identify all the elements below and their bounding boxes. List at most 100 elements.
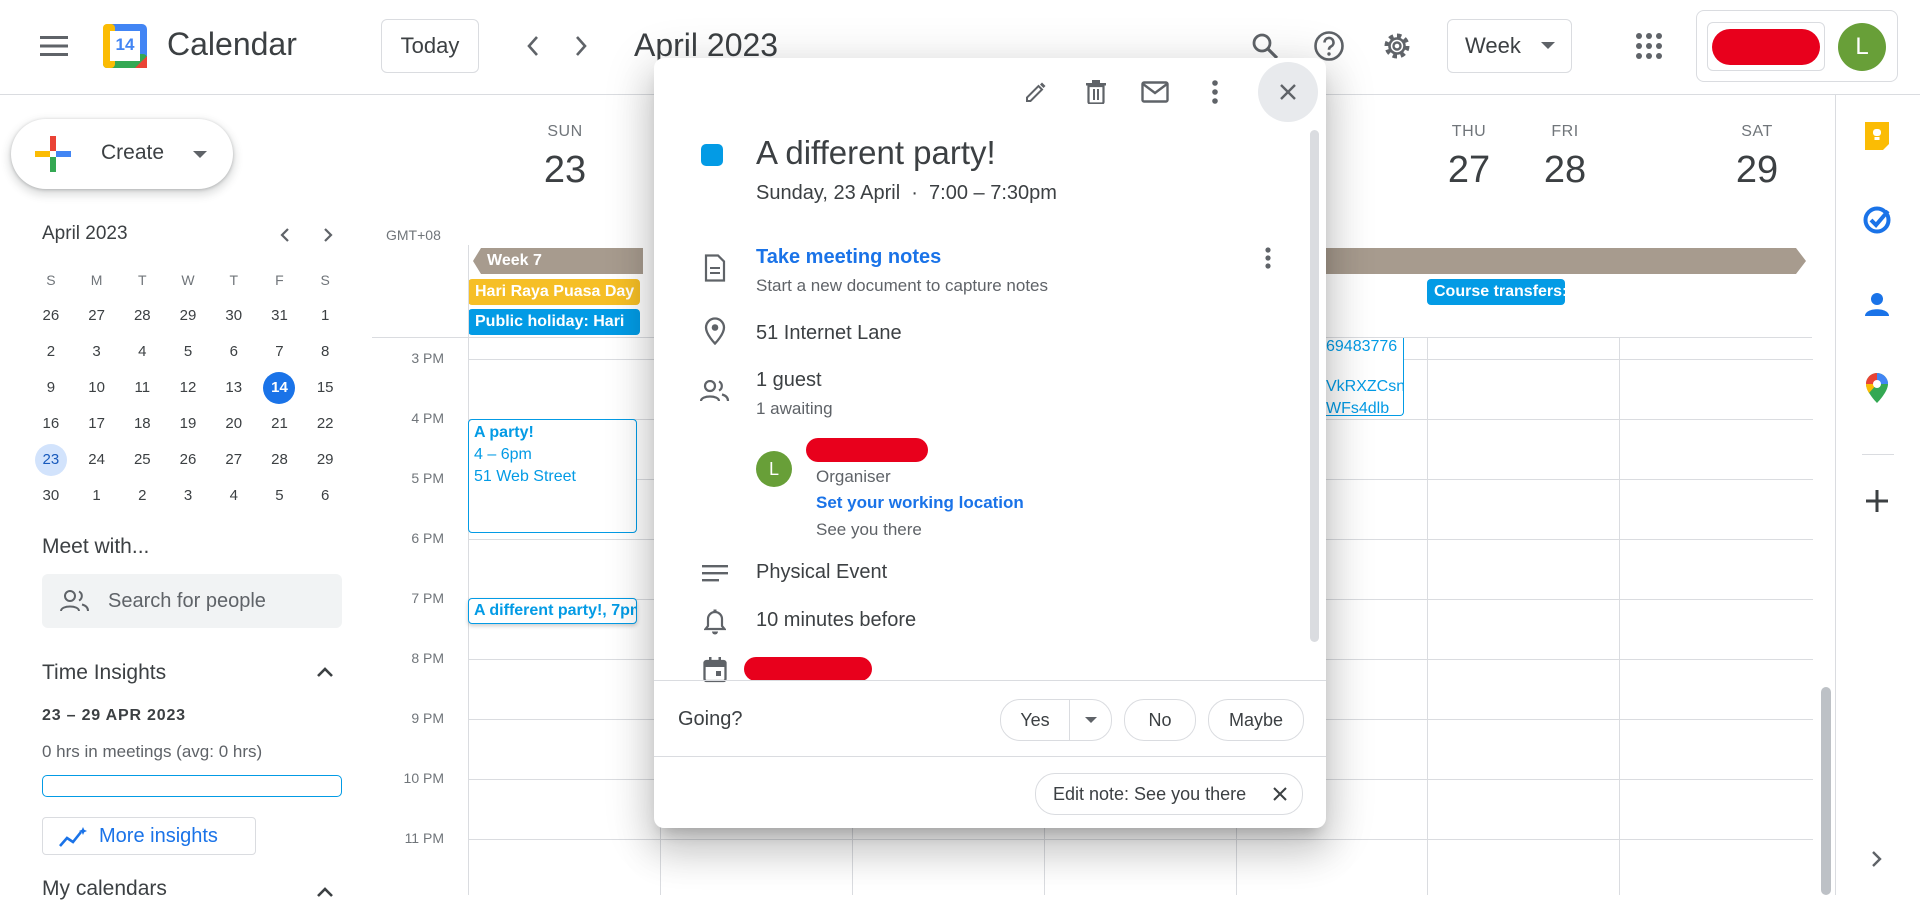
mini-day[interactable]: 12 — [165, 372, 211, 404]
mini-day[interactable]: 18 — [119, 408, 165, 440]
google-apps-icon[interactable] — [1625, 22, 1673, 70]
create-plus-icon — [35, 136, 71, 172]
mini-day[interactable]: 27 — [74, 300, 120, 332]
mini-day[interactable]: 5 — [165, 336, 211, 368]
mini-day[interactable]: 2 — [119, 480, 165, 512]
event-a-party[interactable]: A party! 4 – 6pm 51 Web Street — [468, 419, 637, 533]
get-addons-plus-icon[interactable] — [1855, 479, 1899, 523]
delete-event-trash-icon[interactable] — [1074, 70, 1118, 114]
mini-day[interactable]: 7 — [257, 336, 303, 368]
mini-day[interactable]: 2 — [28, 336, 74, 368]
mini-day[interactable]: 21 — [257, 408, 303, 440]
expand-side-panel-icon[interactable] — [1861, 843, 1893, 875]
guest-role: Organiser — [816, 467, 891, 486]
mini-day[interactable]: 15 — [302, 372, 348, 404]
hour-label: 8 PM — [411, 650, 444, 666]
mini-day[interactable]: 4 — [211, 480, 257, 512]
mini-day[interactable]: 6 — [302, 480, 348, 512]
mini-day[interactable]: 25 — [119, 444, 165, 476]
search-people-input[interactable]: Search for people — [42, 574, 342, 628]
maps-icon[interactable] — [1855, 366, 1899, 410]
location-pin-icon — [700, 316, 730, 346]
mini-day[interactable]: 8 — [302, 336, 348, 368]
mini-day[interactable]: 31 — [257, 300, 303, 332]
more-options-icon[interactable] — [1193, 70, 1237, 114]
day-name: SAT — [1741, 123, 1773, 140]
contacts-icon[interactable] — [1855, 282, 1899, 326]
event-thu-partial[interactable]: 69483776 VkRXZCsn WFs4dlb — [1326, 338, 1404, 416]
rsvp-maybe-button[interactable]: Maybe — [1208, 699, 1304, 741]
edit-note-chip[interactable]: Edit note: See you there — [1035, 773, 1303, 815]
create-button[interactable]: Create — [11, 119, 233, 189]
mini-day[interactable]: 1 — [74, 480, 120, 512]
collapse-my-calendars-icon[interactable] — [310, 877, 340, 907]
mini-day[interactable]: 19 — [165, 408, 211, 440]
settings-gear-icon[interactable] — [1375, 24, 1419, 68]
close-icon[interactable] — [1258, 62, 1318, 122]
search-people-placeholder: Search for people — [108, 590, 266, 612]
take-meeting-notes-link[interactable]: Take meeting notes — [756, 246, 941, 269]
more-insights-button[interactable]: More insights — [42, 817, 256, 855]
mini-day[interactable]: 1 — [302, 300, 348, 332]
mini-day[interactable]: 22 — [302, 408, 348, 440]
week-number-label: Week 7 — [487, 252, 542, 269]
rsvp-yes-options-icon[interactable] — [1070, 700, 1111, 740]
mini-day[interactable]: 17 — [74, 408, 120, 440]
mini-day[interactable]: 6 — [211, 336, 257, 368]
day-header-sun[interactable]: SUN 23 — [469, 95, 661, 192]
week-number-chip-continuation[interactable] — [1326, 248, 1806, 274]
email-guests-icon[interactable] — [1133, 70, 1177, 114]
mini-day[interactable]: 14 — [257, 372, 303, 404]
account-switcher[interactable]: L — [1696, 10, 1898, 82]
mini-day[interactable]: 10 — [74, 372, 120, 404]
notes-more-options-icon[interactable] — [1252, 242, 1284, 274]
keep-icon[interactable] — [1855, 114, 1899, 158]
next-week-icon[interactable] — [563, 26, 599, 66]
mini-day[interactable]: 13 — [211, 372, 257, 404]
mini-day[interactable]: 9 — [28, 372, 74, 404]
week-number-chip[interactable]: Week 7 — [473, 248, 643, 274]
mini-day[interactable]: 26 — [165, 444, 211, 476]
mini-day[interactable]: 26 — [28, 300, 74, 332]
mini-day[interactable]: 11 — [119, 372, 165, 404]
mini-day[interactable]: 23 — [28, 444, 74, 476]
tasks-icon[interactable] — [1855, 198, 1899, 242]
today-button[interactable]: Today — [381, 19, 479, 73]
view-switcher-dropdown[interactable]: Week — [1447, 19, 1572, 73]
hour-label: 6 PM — [411, 530, 444, 546]
remove-note-x-icon[interactable] — [1273, 787, 1287, 801]
collapse-insights-icon[interactable] — [310, 657, 340, 687]
mini-day[interactable]: 24 — [74, 444, 120, 476]
mini-day[interactable]: 30 — [28, 480, 74, 512]
mini-prev-month-icon[interactable] — [272, 222, 298, 248]
main-menu-icon[interactable] — [30, 22, 78, 70]
mini-day[interactable]: 29 — [165, 300, 211, 332]
holiday-chip-public[interactable]: Public holiday: Hari — [468, 309, 640, 335]
mini-day[interactable]: 20 — [211, 408, 257, 440]
rsvp-no-button[interactable]: No — [1124, 699, 1196, 741]
mini-day[interactable]: 27 — [211, 444, 257, 476]
mini-next-month-icon[interactable] — [315, 222, 341, 248]
grid-scrollbar-thumb[interactable] — [1821, 687, 1831, 895]
mini-weekday: T — [229, 272, 239, 288]
mini-day[interactable]: 29 — [302, 444, 348, 476]
event-a-different-party[interactable]: A different party!, 7pm — [468, 598, 637, 624]
mini-day[interactable]: 28 — [257, 444, 303, 476]
mini-day[interactable]: 16 — [28, 408, 74, 440]
holiday-chip-hari-raya[interactable]: Hari Raya Puasa Day — [468, 279, 640, 305]
popup-scrollbar-thumb[interactable] — [1310, 130, 1319, 642]
mini-day[interactable]: 30 — [211, 300, 257, 332]
mini-day[interactable]: 4 — [119, 336, 165, 368]
previous-week-icon[interactable] — [515, 26, 551, 66]
edit-event-pencil-icon[interactable] — [1014, 70, 1058, 114]
course-transfers-chip[interactable]: Course transfers: la — [1427, 279, 1565, 305]
mini-day[interactable]: 3 — [165, 480, 211, 512]
set-working-location-link[interactable]: Set your working location — [816, 493, 1024, 513]
day-header-fri[interactable]: FRI 28 — [1469, 95, 1661, 192]
day-header-sat[interactable]: SAT 29 — [1661, 95, 1853, 192]
mini-day[interactable]: 3 — [74, 336, 120, 368]
mini-day[interactable]: 5 — [257, 480, 303, 512]
rsvp-yes-button[interactable]: Yes — [1001, 700, 1069, 740]
mini-day[interactable]: 28 — [119, 300, 165, 332]
mini-day-number: 5 — [275, 487, 284, 504]
